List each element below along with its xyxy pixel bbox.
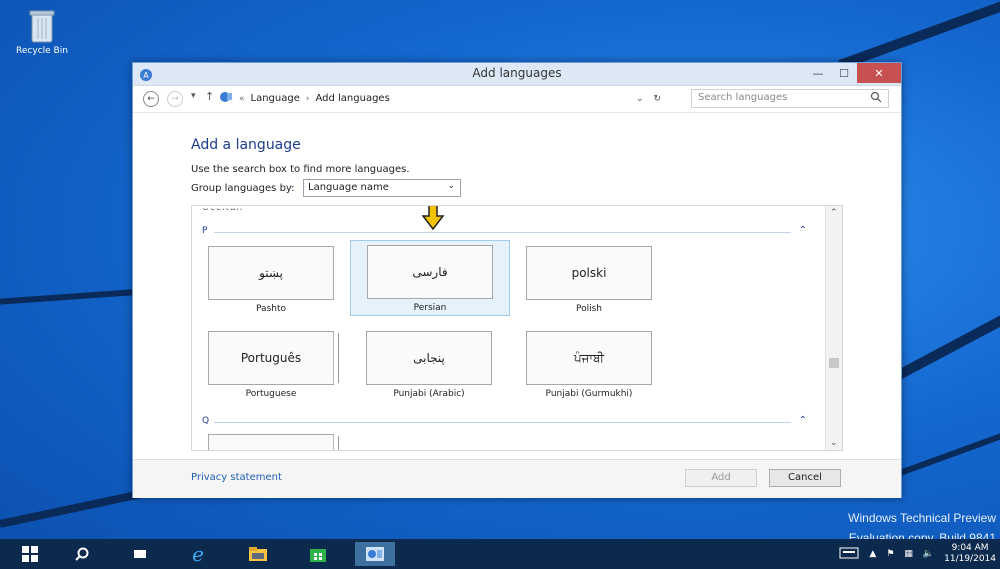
search-icon — [75, 547, 89, 561]
start-button[interactable] — [10, 542, 50, 566]
group-by-select[interactable]: Language name ⌄ — [303, 179, 461, 197]
language-tile-partial[interactable] — [192, 430, 350, 450]
tile-caption: Polish — [575, 304, 602, 314]
svg-text:e: e — [192, 543, 204, 565]
internet-explorer-button[interactable]: e — [178, 542, 218, 566]
file-explorer-button[interactable] — [238, 542, 278, 566]
tile-caption: Pashto — [256, 304, 286, 314]
add-languages-window: A Add languages — ☐ ✕ ← → ▾ ↑ « Language… — [132, 62, 902, 498]
minimize-button[interactable]: — — [805, 63, 831, 83]
language-tile-punjabi-gurmukhi[interactable]: ਪੰਜਾਬੀ Punjabi (Gurmukhi) — [510, 327, 668, 401]
clock-date: 11/19/2014 — [944, 554, 996, 564]
keyboard-icon[interactable] — [839, 547, 859, 562]
cancel-button[interactable]: Cancel — [769, 469, 841, 487]
control-panel-icon — [219, 91, 233, 106]
store-button[interactable] — [298, 542, 338, 566]
clock-time: 9:04 AM — [951, 543, 989, 553]
task-view-button[interactable] — [120, 542, 160, 566]
recycle-bin-label: Recycle Bin — [16, 46, 68, 56]
tile-placeholder — [208, 434, 339, 450]
search-button[interactable] — [62, 542, 102, 566]
close-button[interactable]: ✕ — [857, 63, 901, 83]
control-panel-icon — [366, 547, 384, 561]
tile-native-name: پښتو — [208, 246, 334, 300]
collapse-icon[interactable]: ⌃ — [799, 225, 807, 236]
tile-native-name: Português — [208, 331, 339, 385]
breadcrumb-add-languages[interactable]: Add languages — [315, 93, 389, 104]
scroll-down-icon[interactable]: ⌄ — [830, 438, 838, 448]
window-title: Add languages — [472, 66, 562, 80]
tile-native-name: polski — [526, 246, 652, 300]
address-bar: ← → ▾ ↑ « Language › Add languages ⌄ ↻ S… — [133, 86, 901, 113]
scroll-up-icon[interactable]: ⌃ — [830, 208, 838, 218]
tile-native-name: فارسی — [367, 245, 493, 299]
tile-caption: Punjabi (Gurmukhi) — [545, 389, 633, 399]
clock[interactable]: 9:04 AM 11/19/2014 — [944, 543, 996, 565]
language-tile-portuguese[interactable]: Português Portuguese — [192, 327, 350, 401]
action-center-flag-icon[interactable]: ⚑ — [886, 549, 894, 559]
refresh-icon[interactable]: ↻ — [654, 94, 662, 104]
scroll-thumb[interactable] — [829, 358, 839, 368]
task-view-icon — [134, 550, 146, 558]
back-icon[interactable]: ← — [143, 91, 159, 107]
breadcrumb[interactable]: « Language › Add languages — [219, 90, 659, 107]
language-tile-punjabi-arabic[interactable]: پنجابی Punjabi (Arabic) — [350, 327, 508, 401]
group-by-value: Language name — [308, 182, 389, 193]
forward-icon[interactable]: → — [167, 91, 183, 107]
wallpaper-streak — [838, 0, 1000, 70]
control-panel-taskbar-button[interactable] — [355, 542, 395, 566]
title-bar[interactable]: A Add languages — ☐ ✕ — [133, 63, 901, 86]
language-tile-polish[interactable]: polski Polish — [510, 242, 668, 316]
folder-icon — [249, 547, 267, 561]
group-letter: P — [202, 226, 208, 236]
volume-icon[interactable]: 🔈 — [923, 549, 934, 559]
watermark-line-1: Windows Technical Preview — [848, 511, 996, 525]
group-header-q[interactable]: Q ⌃ — [202, 415, 807, 428]
previous-group-label: Occitan — [202, 205, 244, 214]
recent-locations-icon[interactable]: ▾ — [191, 91, 196, 101]
tile-native-name: پنجابی — [366, 331, 492, 385]
search-icon[interactable] — [870, 91, 882, 103]
language-list[interactable]: Occitan P ⌃ پښتو Pashto فارسی Persian po… — [191, 205, 843, 451]
wallpaper-streak — [898, 422, 1000, 476]
main-content: Add a language Use the search box to fin… — [133, 112, 901, 451]
tile-caption: Punjabi (Arabic) — [393, 389, 465, 399]
group-letter: Q — [202, 416, 210, 426]
show-hidden-icons-icon[interactable]: ▲ — [869, 549, 876, 559]
taskbar: e ▲ ⚑ ▦ 🔈 9:04 AM 11/19/2014 — [0, 539, 1000, 569]
tile-caption: Portuguese — [245, 389, 297, 399]
breadcrumb-separator: › — [305, 93, 310, 104]
add-button[interactable]: Add — [685, 469, 757, 487]
privacy-statement-link[interactable]: Privacy statement — [191, 472, 282, 483]
system-tray: ▲ ⚑ ▦ 🔈 9:04 AM 11/19/2014 — [839, 542, 996, 566]
address-dropdown-icon[interactable]: ⌄ — [636, 94, 644, 104]
language-tile-pashto[interactable]: پښتو Pashto — [192, 242, 350, 316]
vertical-scrollbar[interactable]: ⌃ ⌄ — [825, 206, 842, 450]
tile-native-name: ਪੰਜਾਬੀ — [526, 331, 652, 385]
language-tile-persian[interactable]: فارسی Persian — [350, 240, 510, 316]
windows-logo-icon — [22, 546, 38, 562]
search-placeholder: Search languages — [698, 92, 788, 103]
recycle-bin[interactable]: Recycle Bin — [12, 8, 72, 56]
store-icon — [310, 549, 326, 562]
group-divider — [214, 232, 791, 233]
collapse-icon[interactable]: ⌃ — [799, 415, 807, 426]
network-icon[interactable]: ▦ — [904, 549, 913, 559]
maximize-button[interactable]: ☐ — [831, 63, 857, 83]
recycle-bin-icon — [28, 8, 56, 44]
group-by-label: Group languages by: — [191, 183, 295, 194]
breadcrumb-overflow[interactable]: « — [239, 94, 245, 104]
tile-caption: Persian — [413, 303, 447, 313]
page-title: Add a language — [191, 137, 301, 153]
chevron-down-icon: ⌄ — [447, 181, 455, 191]
group-header-p[interactable]: P ⌃ — [202, 225, 807, 238]
internet-explorer-icon: e — [192, 543, 204, 565]
up-icon[interactable]: ↑ — [205, 90, 214, 103]
breadcrumb-language[interactable]: Language — [251, 93, 300, 104]
instructions-text: Use the search box to find more language… — [191, 164, 410, 175]
group-divider — [214, 422, 791, 423]
dialog-footer: Privacy statement Add Cancel — [133, 459, 901, 498]
search-input[interactable]: Search languages — [691, 89, 889, 108]
